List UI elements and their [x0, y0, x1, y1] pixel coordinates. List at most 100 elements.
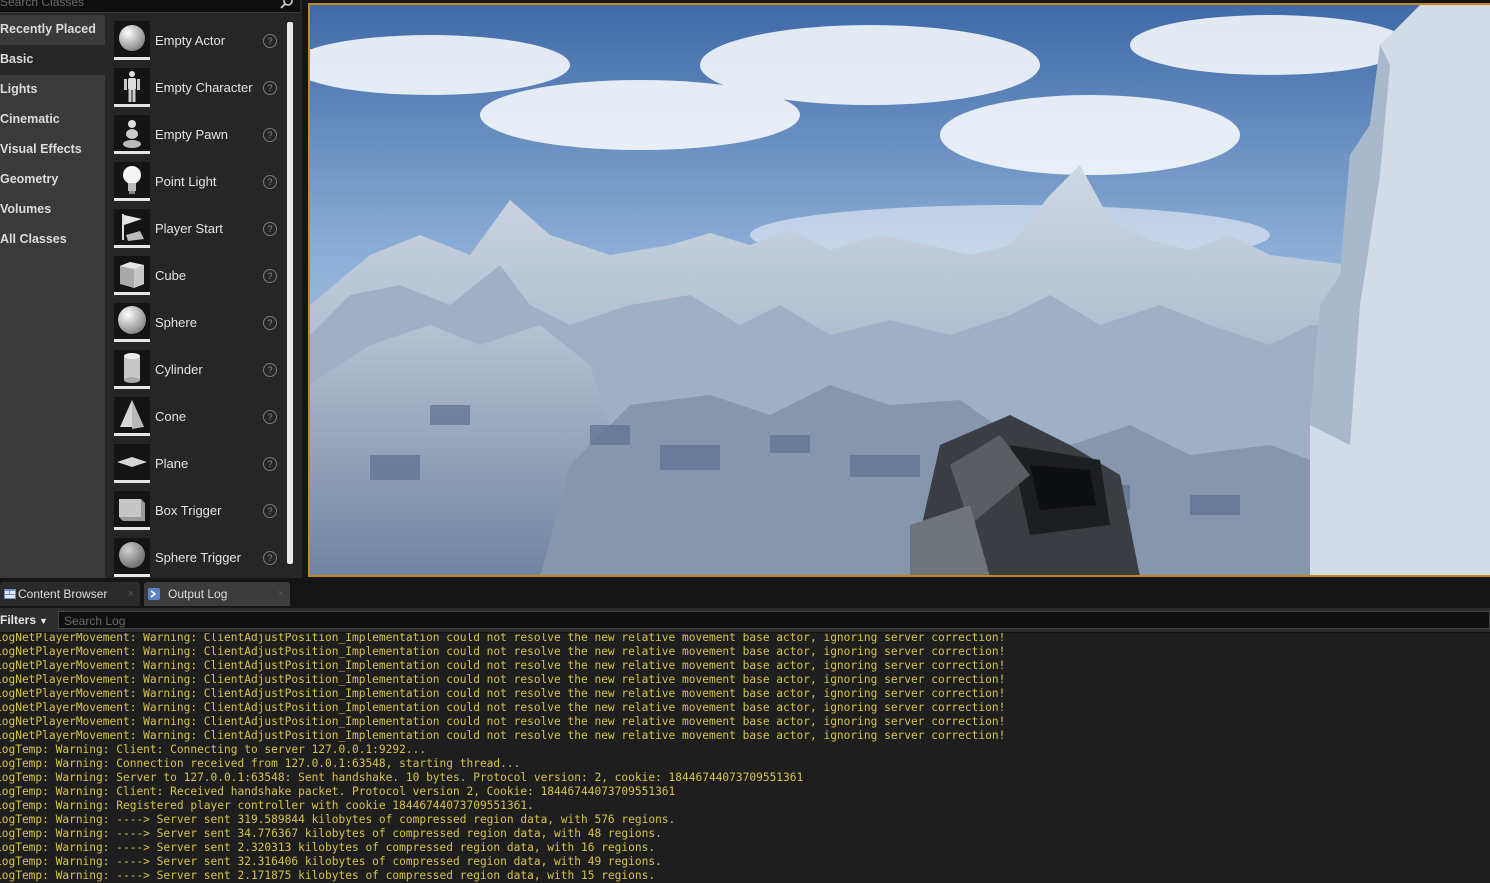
- log-line: LogTemp: Warning: Connection received fr…: [0, 757, 521, 770]
- category-recently-placed[interactable]: Recently Placed: [0, 15, 105, 45]
- output-log-icon: [148, 588, 160, 600]
- cube-icon: [114, 256, 150, 295]
- tab-output-log[interactable]: Output Log ×: [144, 582, 290, 606]
- actor-item-label: Empty Character: [155, 80, 253, 95]
- help-icon[interactable]: ?: [263, 128, 277, 142]
- category-visual-effects[interactable]: Visual Effects: [0, 135, 105, 165]
- help-icon[interactable]: ?: [263, 410, 277, 424]
- log-line: LogNetPlayerMovement: Warning: ClientAdj…: [0, 633, 1006, 644]
- log-line: LogTemp: Warning: ----> Server sent 32.3…: [0, 855, 662, 868]
- log-line: LogNetPlayerMovement: Warning: ClientAdj…: [0, 687, 1006, 700]
- actor-item-label: Box Trigger: [155, 503, 222, 518]
- log-line: LogNetPlayerMovement: Warning: ClientAdj…: [0, 701, 1006, 714]
- actor-item-label: Cube: [155, 268, 187, 283]
- help-icon[interactable]: ?: [263, 551, 277, 565]
- log-line: LogNetPlayerMovement: Warning: ClientAdj…: [0, 659, 1006, 672]
- box-trigger-icon: [114, 491, 150, 530]
- actor-item-label: Plane: [155, 456, 189, 471]
- actor-item-label: Sphere Trigger: [155, 550, 241, 565]
- content-browser-icon: [4, 589, 16, 599]
- log-line: LogNetPlayerMovement: Warning: ClientAdj…: [0, 645, 1006, 658]
- category-lights[interactable]: Lights: [0, 75, 105, 105]
- actor-item-cube[interactable]: Cube ?: [105, 252, 285, 299]
- close-icon[interactable]: ×: [128, 582, 134, 606]
- log-line: LogTemp: Warning: Server to 127.0.0.1:63…: [0, 771, 804, 784]
- search-log-field[interactable]: [58, 611, 1490, 629]
- search-icon[interactable]: [280, 0, 294, 10]
- category-list: Recently Placed Basic Lights Cinematic V…: [0, 15, 105, 578]
- actor-item-empty-character[interactable]: Empty Character ?: [105, 64, 285, 111]
- actor-list-scrollbar[interactable]: [287, 22, 293, 564]
- sphere-icon: [114, 21, 150, 60]
- category-cinematic[interactable]: Cinematic: [0, 105, 105, 135]
- actor-item-sphere[interactable]: Sphere ?: [105, 299, 285, 346]
- actor-item-sphere-trigger[interactable]: Sphere Trigger ?: [105, 534, 285, 578]
- log-line: LogTemp: Warning: ----> Server sent 2.17…: [0, 869, 656, 882]
- actor-item-label: Empty Pawn: [155, 127, 228, 142]
- tab-label: Content Browser: [18, 587, 108, 601]
- log-line: LogTemp: Warning: Registered player cont…: [0, 799, 534, 812]
- actor-item-label: Cone: [155, 409, 187, 424]
- actor-item-label: Cylinder: [155, 362, 203, 377]
- place-actors-panel: Recently Placed Basic Lights Cinematic V…: [0, 0, 302, 578]
- help-icon[interactable]: ?: [263, 504, 277, 518]
- help-icon[interactable]: ?: [263, 175, 277, 189]
- log-line: LogTemp: Warning: ----> Server sent 319.…: [0, 813, 676, 826]
- sphere-icon: [114, 303, 150, 342]
- log-line: LogNetPlayerMovement: Warning: ClientAdj…: [0, 729, 1006, 742]
- pawn-icon: [114, 115, 150, 154]
- help-icon[interactable]: ?: [263, 34, 277, 48]
- log-filter-row: Filters ▼: [0, 608, 1490, 633]
- actor-item-cone[interactable]: Cone ?: [105, 393, 285, 440]
- actor-item-box-trigger[interactable]: Box Trigger ?: [105, 487, 285, 534]
- actor-item-player-start[interactable]: Player Start ?: [105, 205, 285, 252]
- level-viewport[interactable]: [308, 3, 1490, 577]
- log-line: LogNetPlayerMovement: Warning: ClientAdj…: [0, 715, 1006, 728]
- sphere-trigger-icon: [114, 538, 150, 577]
- chevron-down-icon: ▼: [39, 616, 48, 626]
- actor-item-point-light[interactable]: Point Light ?: [105, 158, 285, 205]
- help-icon[interactable]: ?: [263, 222, 277, 236]
- log-line: LogTemp: Warning: ----> Server sent 2.32…: [0, 841, 656, 854]
- actor-item-empty-actor[interactable]: Empty Actor ?: [105, 17, 285, 64]
- filters-dropdown[interactable]: Filters ▼: [0, 612, 48, 628]
- actor-item-empty-pawn[interactable]: Empty Pawn ?: [105, 111, 285, 158]
- category-geometry[interactable]: Geometry: [0, 165, 105, 195]
- actor-item-label: Point Light: [155, 174, 217, 189]
- help-icon[interactable]: ?: [263, 363, 277, 377]
- output-log-panel: Filters▼ LogNetPlayerMovement: Warning: …: [0, 608, 1490, 883]
- close-icon[interactable]: ×: [278, 582, 284, 606]
- flag-icon: [114, 209, 150, 248]
- filters-label: Filters: [0, 613, 37, 627]
- category-volumes[interactable]: Volumes: [0, 195, 105, 225]
- category-all-classes[interactable]: All Classes: [0, 225, 105, 255]
- cylinder-icon: [114, 350, 150, 389]
- mannequin-icon: [114, 68, 150, 107]
- help-icon[interactable]: ?: [263, 316, 277, 330]
- actor-list: Empty Actor ? Empty Character ? Empty Pa…: [105, 15, 285, 578]
- help-icon[interactable]: ?: [263, 269, 277, 283]
- tab-content-browser[interactable]: Content Browser ×: [0, 582, 140, 606]
- log-line: LogTemp: Warning: ----> Server sent 34.7…: [0, 827, 662, 840]
- log-line: LogTemp: Warning: Client: Connecting to …: [0, 743, 427, 756]
- scene-render: [310, 5, 1490, 575]
- search-log-input[interactable]: [59, 613, 1489, 629]
- log-lines: LogNetPlayerMovement: Warning: ClientAdj…: [0, 633, 1490, 883]
- actor-item-label: Empty Actor: [155, 33, 226, 48]
- actor-item-cylinder[interactable]: Cylinder ?: [105, 346, 285, 393]
- help-icon[interactable]: ?: [263, 457, 277, 471]
- cone-icon: [114, 397, 150, 436]
- actor-item-label: Player Start: [155, 221, 223, 236]
- bottom-tab-bar: Content Browser × Output Log ×: [0, 582, 1490, 608]
- search-classes-field[interactable]: [0, 0, 300, 13]
- category-basic[interactable]: Basic: [0, 45, 105, 75]
- log-line: LogNetPlayerMovement: Warning: ClientAdj…: [0, 673, 1006, 686]
- lightbulb-icon: [114, 162, 150, 201]
- help-icon[interactable]: ?: [263, 81, 277, 95]
- actor-item-label: Sphere: [155, 315, 197, 330]
- log-line: LogTemp: Warning: Client: Received hands…: [0, 785, 676, 798]
- tab-label: Output Log: [168, 587, 228, 601]
- actor-item-plane[interactable]: Plane ?: [105, 440, 285, 487]
- search-classes-input[interactable]: [0, 0, 270, 10]
- plane-icon: [114, 444, 150, 483]
